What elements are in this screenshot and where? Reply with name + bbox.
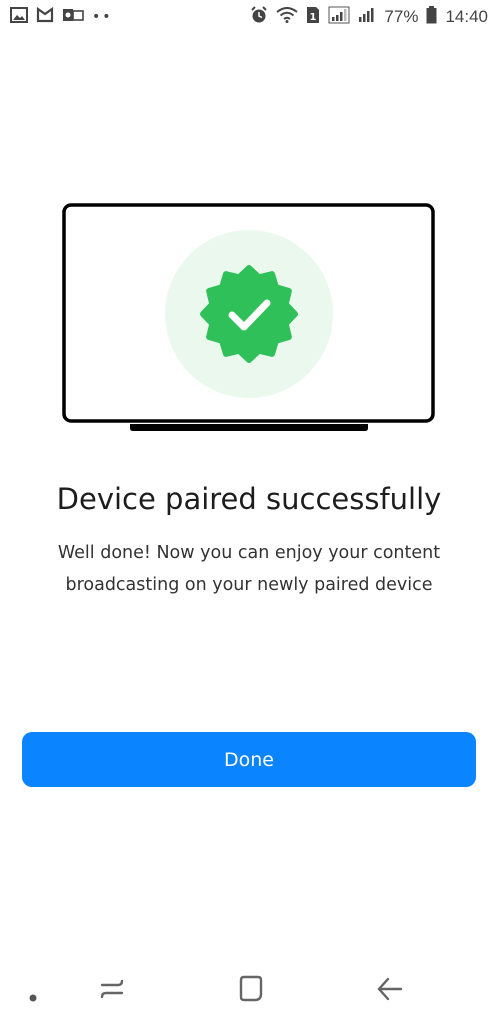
- recent-apps-icon[interactable]: [98, 974, 126, 1008]
- done-button[interactable]: Done: [22, 732, 476, 787]
- alarm-icon: [250, 6, 268, 28]
- outlook-icon: [62, 7, 84, 27]
- signal-icon: [328, 6, 350, 28]
- status-bar: •• 1 77% 14:40: [0, 0, 498, 34]
- navigation-bar: [0, 962, 498, 1024]
- wifi-icon: [276, 7, 299, 27]
- page-title: Device paired successfully: [56, 482, 442, 516]
- signal-icon-2: [358, 6, 376, 28]
- mi-icon: [36, 6, 54, 27]
- battery-icon: [426, 6, 437, 28]
- status-left: ••: [10, 6, 113, 27]
- back-icon[interactable]: [374, 974, 404, 1008]
- gallery-icon: [10, 7, 28, 27]
- home-icon[interactable]: [236, 974, 266, 1008]
- subtitle: Well done! Now you can enjoy your conten…: [40, 537, 458, 601]
- subtitle-line-1: Well done! Now you can enjoy your conten…: [57, 543, 441, 563]
- status-right: 1 77% 14:40: [250, 6, 488, 28]
- more-dots-icon: ••: [92, 9, 113, 25]
- battery-percent: 77%: [384, 7, 419, 26]
- svg-text:1: 1: [310, 12, 317, 23]
- subtitle-line-2: broadcasting on your newly paired device: [65, 575, 433, 595]
- sim-icon: 1: [306, 6, 320, 28]
- screen: •• 1 77% 14:40 Device paired successfull…: [0, 0, 498, 1024]
- clock: 14:40: [445, 7, 488, 26]
- paired-device-illustration: [62, 202, 436, 434]
- dot-icon: [28, 988, 38, 1007]
